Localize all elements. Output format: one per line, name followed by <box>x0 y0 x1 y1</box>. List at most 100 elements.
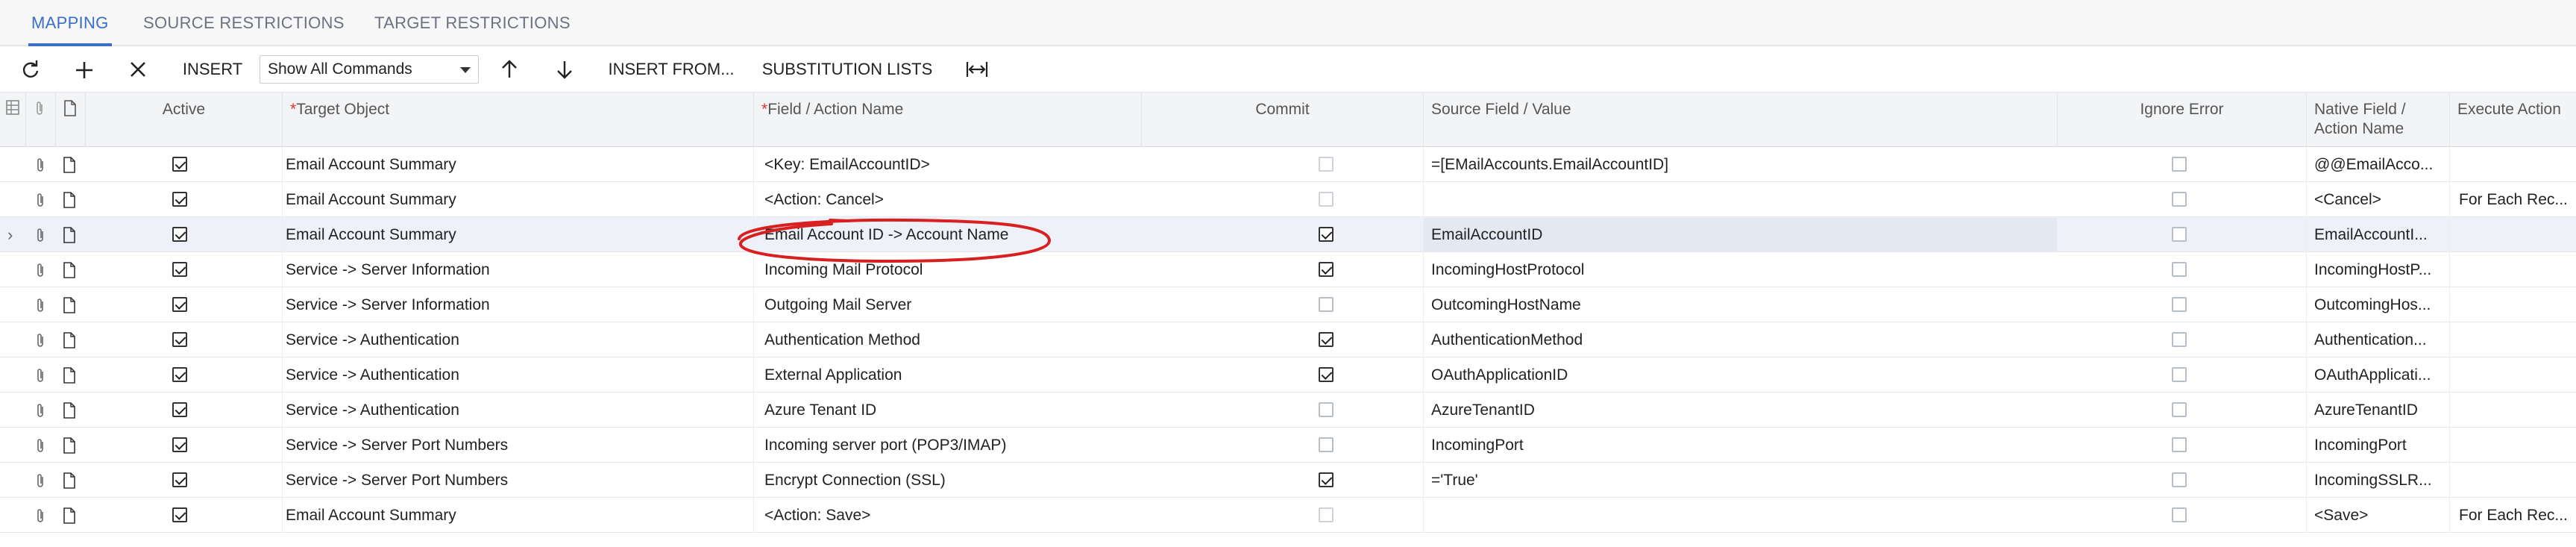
active-column-header[interactable]: Active <box>85 93 282 147</box>
target-object-cell[interactable]: Service -> Authentication <box>282 357 753 393</box>
commit-checkbox[interactable] <box>1319 437 1333 452</box>
target-object-cell[interactable]: Service -> Authentication <box>282 393 753 428</box>
tab-target-restrictions[interactable]: TARGET RESTRICTIONS <box>371 0 574 46</box>
note-icon[interactable] <box>63 472 76 489</box>
paperclip-icon[interactable] <box>34 157 46 173</box>
ignore-error-checkbox[interactable] <box>2172 157 2187 172</box>
active-checkbox[interactable] <box>172 262 187 277</box>
paperclip-icon[interactable] <box>34 437 46 454</box>
active-checkbox[interactable] <box>172 192 187 207</box>
commit-checkbox[interactable] <box>1319 227 1333 242</box>
execute-action-cell[interactable] <box>2449 393 2576 428</box>
commit-checkbox[interactable] <box>1319 262 1333 277</box>
note-icon[interactable] <box>63 402 76 419</box>
field-action-cell[interactable]: External Application <box>753 357 1141 393</box>
native-field-cell[interactable]: OutcomingHos... <box>2306 287 2449 322</box>
field-action-cell[interactable]: Email Account ID -> Account Name <box>753 217 1141 252</box>
table-row[interactable]: Service -> Authentication Authentication … <box>0 322 2576 357</box>
target-object-column-header[interactable]: *Target Object <box>282 93 753 147</box>
table-row[interactable]: Email Account Summary <Action: Save> <Save… <box>0 498 2576 533</box>
insert-from-button[interactable]: INSERT FROM... <box>603 46 740 93</box>
paperclip-icon[interactable] <box>34 507 46 524</box>
table-row[interactable]: Service -> Authentication External Applic… <box>0 357 2576 393</box>
field-action-cell[interactable]: Incoming server port (POP3/IMAP) <box>753 428 1141 463</box>
field-action-cell[interactable]: <Action: Cancel> <box>753 182 1141 217</box>
commit-checkbox[interactable] <box>1319 402 1333 417</box>
execute-action-cell[interactable] <box>2449 252 2576 287</box>
paperclip-icon[interactable] <box>34 472 46 489</box>
field-action-cell[interactable]: <Key: EmailAccountID> <box>753 147 1141 182</box>
target-object-cell[interactable]: Email Account Summary <box>282 217 753 252</box>
commit-checkbox[interactable] <box>1319 507 1333 522</box>
table-row[interactable]: Service -> Server Information Outgoing Ma… <box>0 287 2576 322</box>
field-action-cell[interactable]: Outgoing Mail Server <box>753 287 1141 322</box>
ignore-error-checkbox[interactable] <box>2172 297 2187 312</box>
paperclip-icon[interactable] <box>34 227 46 243</box>
execute-action-cell[interactable] <box>2449 287 2576 322</box>
execute-action-cell[interactable] <box>2449 322 2576 357</box>
active-checkbox[interactable] <box>172 507 187 522</box>
ignore-error-checkbox[interactable] <box>2172 507 2187 522</box>
active-checkbox[interactable] <box>172 437 187 452</box>
source-field-cell[interactable]: OutcomingHostName <box>1423 287 2057 322</box>
table-row[interactable]: Service -> Server Port Numbers Incoming s… <box>0 428 2576 463</box>
active-checkbox[interactable] <box>172 402 187 417</box>
paperclip-icon[interactable] <box>34 192 46 208</box>
paperclip-icon[interactable] <box>34 262 46 278</box>
native-field-cell[interactable]: IncomingSSLR... <box>2306 463 2449 498</box>
substitution-lists-button[interactable]: SUBSTITUTION LISTS <box>761 46 934 93</box>
native-field-column-header[interactable]: Native Field / Action Name <box>2306 93 2449 147</box>
ignore-error-checkbox[interactable] <box>2172 367 2187 382</box>
execute-action-cell[interactable] <box>2449 463 2576 498</box>
commands-select[interactable]: Show All Commands <box>260 55 479 84</box>
tab-mapping[interactable]: MAPPING <box>28 0 112 46</box>
native-field-cell[interactable]: EmailAccountI... <box>2306 217 2449 252</box>
ignore-error-checkbox[interactable] <box>2172 402 2187 417</box>
execute-action-cell[interactable]: For Each Rec... <box>2449 498 2576 533</box>
ignore-error-checkbox[interactable] <box>2172 262 2187 277</box>
refresh-button[interactable] <box>19 46 42 93</box>
active-checkbox[interactable] <box>172 332 187 347</box>
native-field-cell[interactable]: <Save> <box>2306 498 2449 533</box>
note-icon[interactable] <box>63 227 76 243</box>
source-field-cell[interactable]: AzureTenantID <box>1423 393 2057 428</box>
native-field-cell[interactable]: AzureTenantID <box>2306 393 2449 428</box>
paperclip-icon[interactable] <box>34 297 46 313</box>
source-field-cell[interactable] <box>1423 498 2057 533</box>
source-field-cell[interactable]: IncomingHostProtocol <box>1423 252 2057 287</box>
table-row[interactable]: Email Account Summary <Key: EmailAccountI… <box>0 147 2576 182</box>
source-field-cell[interactable]: =[EMailAccounts.EmailAccountID] <box>1423 147 2057 182</box>
table-row[interactable]: Service -> Authentication Azure Tenant ID… <box>0 393 2576 428</box>
source-field-cell[interactable]: ='True' <box>1423 463 2057 498</box>
delete-row-button[interactable] <box>127 46 149 93</box>
commit-column-header[interactable]: Commit <box>1141 93 1423 147</box>
source-field-cell[interactable]: AuthenticationMethod <box>1423 322 2057 357</box>
note-icon[interactable] <box>63 437 76 454</box>
source-field-cell[interactable]: OAuthApplicationID <box>1423 357 2057 393</box>
target-object-cell[interactable]: Service -> Server Port Numbers <box>282 428 753 463</box>
commit-checkbox[interactable] <box>1319 192 1333 207</box>
native-field-cell[interactable]: Authentication... <box>2306 322 2449 357</box>
execute-action-cell[interactable]: For Each Rec... <box>2449 182 2576 217</box>
execute-action-column-header[interactable]: Execute Action <box>2449 93 2576 147</box>
native-field-cell[interactable]: IncomingHostP... <box>2306 252 2449 287</box>
ignore-error-checkbox[interactable] <box>2172 332 2187 347</box>
commit-checkbox[interactable] <box>1319 157 1333 172</box>
target-object-cell[interactable]: Service -> Server Information <box>282 252 753 287</box>
execute-action-cell[interactable] <box>2449 357 2576 393</box>
source-field-column-header[interactable]: Source Field / Value <box>1423 93 2057 147</box>
ignore-error-checkbox[interactable] <box>2172 437 2187 452</box>
field-action-cell[interactable]: Incoming Mail Protocol <box>753 252 1141 287</box>
target-object-cell[interactable]: Email Account Summary <box>282 147 753 182</box>
target-object-cell[interactable]: Email Account Summary <box>282 182 753 217</box>
target-object-cell[interactable]: Service -> Server Information <box>282 287 753 322</box>
native-field-cell[interactable]: <Cancel> <box>2306 182 2449 217</box>
note-icon[interactable] <box>63 297 76 313</box>
table-row[interactable]: Service -> Server Information Incoming Ma… <box>0 252 2576 287</box>
tab-source-restrictions[interactable]: SOURCE RESTRICTIONS <box>140 0 348 46</box>
execute-action-cell[interactable] <box>2449 147 2576 182</box>
insert-button[interactable]: INSERT <box>176 46 249 93</box>
commit-checkbox[interactable] <box>1319 472 1333 487</box>
ignore-error-checkbox[interactable] <box>2172 192 2187 207</box>
paperclip-icon[interactable] <box>34 402 46 419</box>
